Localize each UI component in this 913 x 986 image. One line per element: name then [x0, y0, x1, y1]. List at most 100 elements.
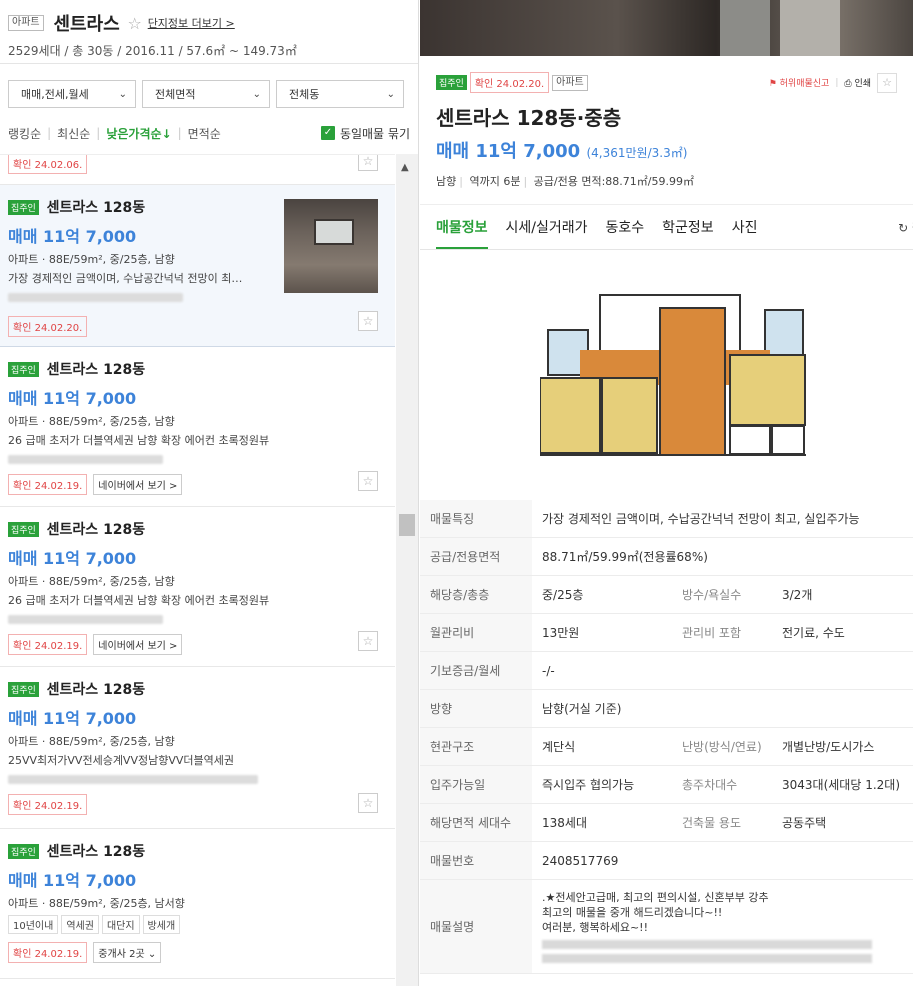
description-blurred [542, 940, 872, 949]
description-value: .★전세안고급매, 최고의 편의시설, 신혼부부 강추 최고의 매물을 중개 해… [532, 879, 913, 974]
tab-unit[interactable]: 동호수 [606, 217, 645, 237]
agent-info-blurred [8, 775, 258, 784]
area-select[interactable]: 전체면적 ⌄ [142, 80, 270, 108]
detail-title: 센트라스 128동·중층 [436, 106, 622, 130]
sort-bar: 랭킹순 | 최신순 | 낮은가격순↓ | 면적순 ✓ 동일매물 묶기 [8, 125, 410, 142]
listing-list: 확인 24.02.06. ☆ 집주인 센트라스 128동 매매 11억 7,00… [0, 154, 395, 986]
list-item[interactable]: 집주인 센트라스 128동 매매 11억 7,000 아파트 · 88E/59m… [0, 507, 395, 667]
check-icon: ✓ [320, 126, 335, 140]
confirm-date-badge: 확인 24.02.19. [8, 794, 88, 815]
favorite-star-icon[interactable]: ☆ [358, 631, 378, 651]
confirm-date-badge: 확인 24.02.19. [8, 634, 88, 655]
listing-title: 센트라스 128동 [46, 362, 146, 378]
favorite-star-icon[interactable]: ☆ [877, 72, 897, 93]
group-same-checkbox[interactable]: ✓ 동일매물 묶기 [320, 125, 410, 142]
listing-desc: 26 급매 초저가 더블역세권 남향 확장 에어컨 초록정원뷰 [8, 434, 270, 447]
rooms-value: 3/2개 [772, 575, 913, 614]
listing-title: 센트라스 128동 [46, 682, 146, 698]
fee-value: 13만원 [532, 613, 672, 652]
fee-label: 월관리비 [420, 613, 532, 652]
listing-price: 매매 11억 7,000 [8, 389, 137, 408]
floor-plan-image [540, 290, 806, 456]
listing-title: 센트라스 128동 [46, 522, 146, 538]
owner-badge: 집주인 [436, 75, 467, 90]
detail-price: 매매 11억 7,000 (4,361만원/3.3㎡) [420, 131, 913, 163]
scrollbar-thumb[interactable] [399, 514, 415, 536]
structure-value: 계단식 [532, 727, 672, 766]
list-item[interactable]: 집주인 센트라스 128동 매매 11억 7,000 아파트 · 88E/59m… [0, 667, 395, 829]
listing-photo[interactable] [284, 199, 378, 293]
favorite-star-icon[interactable]: ☆ [128, 14, 142, 33]
detail-tabs: 매물정보 시세/실거래가 동호수 학군정보 사진 ↻ 펼 [420, 204, 913, 250]
report-fake-button[interactable]: ⚑ 허위매물신고 [769, 76, 830, 89]
tab-price-history[interactable]: 시세/실거래가 [506, 217, 588, 237]
description-line: 여러분, 행복하세요~!! [542, 921, 648, 934]
floor-value: 중/25층 [532, 575, 672, 614]
tab-listing-info[interactable]: 매물정보 [436, 217, 488, 249]
complex-info-link[interactable]: 단지정보 더보기 > [148, 17, 235, 30]
listing-desc: 25VV최저가VV전세승계VV정남향VV더블역세권 [8, 754, 234, 767]
feature-label: 매물특징 [420, 500, 532, 538]
favorite-star-icon[interactable]: ☆ [358, 311, 378, 331]
table-row: 해당층/총층 중/25층 방수/욕실수 3/2개 [420, 575, 913, 614]
heating-label: 난방(방식/연료) [672, 727, 772, 766]
chevron-down-icon: ⌄ [118, 88, 127, 100]
listing-photos[interactable] [420, 0, 913, 56]
confirm-date-badge: 확인 24.02.20. [8, 316, 88, 337]
list-item[interactable]: 집주인 센트라스 128동 매매 11억 7,000 아파트 · 88E/59m… [0, 829, 395, 979]
listing-price: 매매 11억 7,000 [8, 549, 137, 568]
listing-title: 센트라스 128동 [46, 844, 146, 860]
list-item[interactable]: 집주인 센트라스 128동 매매 11억 7,000 아파트 · 88E/59m… [0, 185, 395, 347]
building-use-label: 건축물 용도 [672, 803, 772, 842]
complex-header: 아파트 센트라스 ☆ 단지정보 더보기 > 2529세대 / 총 30동 / 2… [0, 0, 418, 64]
confirm-date-badge: 확인 24.02.20. [469, 72, 550, 93]
table-row: 입주가능일 즉시입주 협의가능 총주차대수 3043대(세대당 1.2대) [420, 765, 913, 804]
listing-desc: 가장 경제적인 금액이며, 수납공간넉넉 전망이 최… [8, 272, 243, 285]
complex-type-tag: 아파트 [8, 15, 44, 31]
floor-plan[interactable] [420, 250, 913, 500]
tab-photos[interactable]: 사진 [732, 217, 758, 237]
tag: 대단지 [101, 915, 140, 934]
tab-school[interactable]: 학군정보 [662, 217, 714, 237]
sort-low-price[interactable]: 낮은가격순↓ [106, 125, 171, 142]
list-item[interactable]: 집주인 센트라스 128동 매매 11억 7,000 아파트 · 88E/59m… [0, 347, 395, 507]
trade-type-select[interactable]: 매매,전세,월세 ⌄ [8, 80, 136, 108]
listing-price: 매매 11억 7,000 [8, 871, 137, 890]
parking-label: 총주차대수 [672, 765, 772, 804]
area-label: 공급/전용면적 [420, 537, 532, 576]
chevron-down-icon: ⌄ [386, 88, 395, 100]
group-same-label: 동일매물 묶기 [339, 126, 410, 141]
filter-bar: 매매,전세,월세 ⌄ 전체면적 ⌄ 전체동 ⌄ [0, 64, 418, 108]
table-row: 월관리비 13만원 관리비 포함 전기료, 수도 [420, 613, 913, 652]
list-item[interactable]: 확인 24.02.06. ☆ [0, 155, 395, 185]
building-select[interactable]: 전체동 ⌄ [276, 80, 404, 108]
sort-area[interactable]: 면적순 [188, 125, 221, 142]
direction-value: 남향(거실 기준) [532, 689, 913, 728]
print-button[interactable]: ⎙ 인쇄 [844, 76, 871, 89]
trade-type-value: 매매,전세,월세 [21, 88, 89, 101]
listing-price: 매매 11억 7,000 [8, 709, 137, 728]
view-on-naver-link[interactable]: 네이버에서 보기 > [93, 474, 183, 495]
heating-value: 개별난방/도시가스 [772, 727, 913, 766]
favorite-star-icon[interactable]: ☆ [358, 155, 378, 171]
owner-badge: 집주인 [8, 681, 39, 697]
table-row: 매물번호 2408517769 [420, 841, 913, 880]
scroll-up-icon[interactable]: ▲ [401, 162, 409, 173]
structure-label: 현관구조 [420, 727, 532, 766]
favorite-star-icon[interactable]: ☆ [358, 793, 378, 813]
table-row: 매물설명 .★전세안고급매, 최고의 편의시설, 신혼부부 강추 최고의 매물을… [420, 879, 913, 974]
sort-ranking[interactable]: 랭킹순 [8, 125, 41, 142]
print-label: 인쇄 [854, 79, 871, 89]
favorite-star-icon[interactable]: ☆ [358, 471, 378, 491]
table-row: 해당면적 세대수 138세대 건축물 용도 공동주택 [420, 803, 913, 842]
building-use-value: 공동주택 [772, 803, 913, 842]
refresh-button[interactable]: ↻ 펼 [898, 219, 913, 236]
detail-spec: 남향 | 역까지 6분 | 공급/전용 면적:88.71㎡/59.99㎡ [436, 175, 694, 188]
move-in-value: 즉시입주 협의가능 [532, 765, 672, 804]
agent-info-blurred [8, 615, 163, 624]
view-on-naver-link[interactable]: 네이버에서 보기 > [93, 634, 183, 655]
agents-dropdown[interactable]: 중개사 2곳 ⌄ [93, 942, 162, 963]
listing-spec: 아파트 · 88E/59m², 중/25층, 남향 [8, 575, 175, 588]
list-scrollbar[interactable]: ▲ [396, 154, 418, 986]
sort-recent[interactable]: 최신순 [57, 125, 90, 142]
